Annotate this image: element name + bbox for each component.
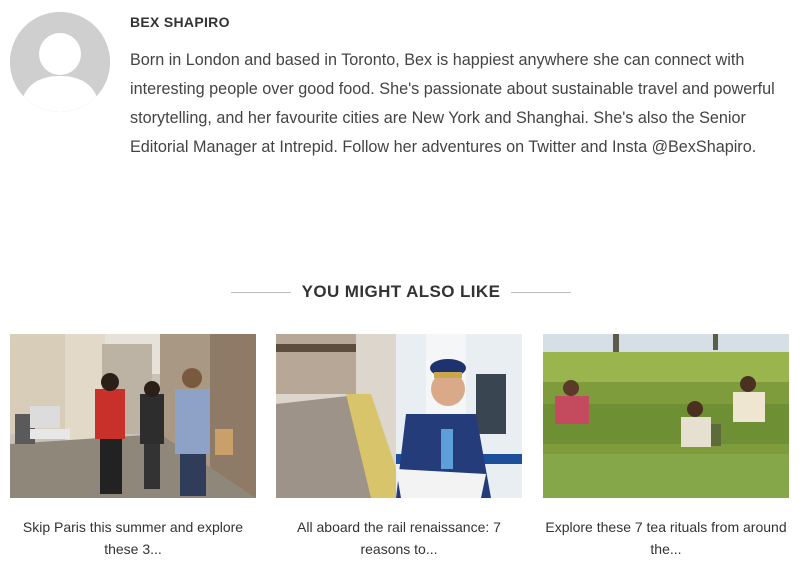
- author-bio-text: Born in London and based in Toronto, Bex…: [130, 51, 775, 156]
- author-bio-section: BEX SHAPIRO Born in London and based in …: [10, 12, 790, 212]
- related-article-card[interactable]: All aboard the rail renaissance: 7 reaso…: [276, 334, 522, 566]
- heading-divider-left: [230, 291, 291, 293]
- article-thumbnail-train-attendant[interactable]: [276, 334, 522, 498]
- related-article-card[interactable]: Skip Paris this summer and explore these…: [10, 334, 256, 566]
- article-title-link[interactable]: Explore these 7 tea rituals from around …: [543, 516, 789, 560]
- related-article-card[interactable]: Explore these 7 tea rituals from around …: [543, 334, 789, 566]
- article-thumbnail-tea-pickers[interactable]: [543, 334, 789, 498]
- article-thumbnail-paris-street[interactable]: [10, 334, 256, 498]
- article-title-link[interactable]: All aboard the rail renaissance: 7 reaso…: [276, 516, 522, 560]
- author-name: BEX SHAPIRO: [130, 14, 230, 30]
- author-avatar: [10, 12, 110, 112]
- default-user-icon: [10, 12, 110, 112]
- related-articles-heading: YOU MIGHT ALSO LIKE: [0, 280, 802, 304]
- related-heading-text: YOU MIGHT ALSO LIKE: [301, 282, 501, 301]
- article-title-link[interactable]: Skip Paris this summer and explore these…: [10, 516, 256, 560]
- heading-divider-right: [511, 291, 572, 293]
